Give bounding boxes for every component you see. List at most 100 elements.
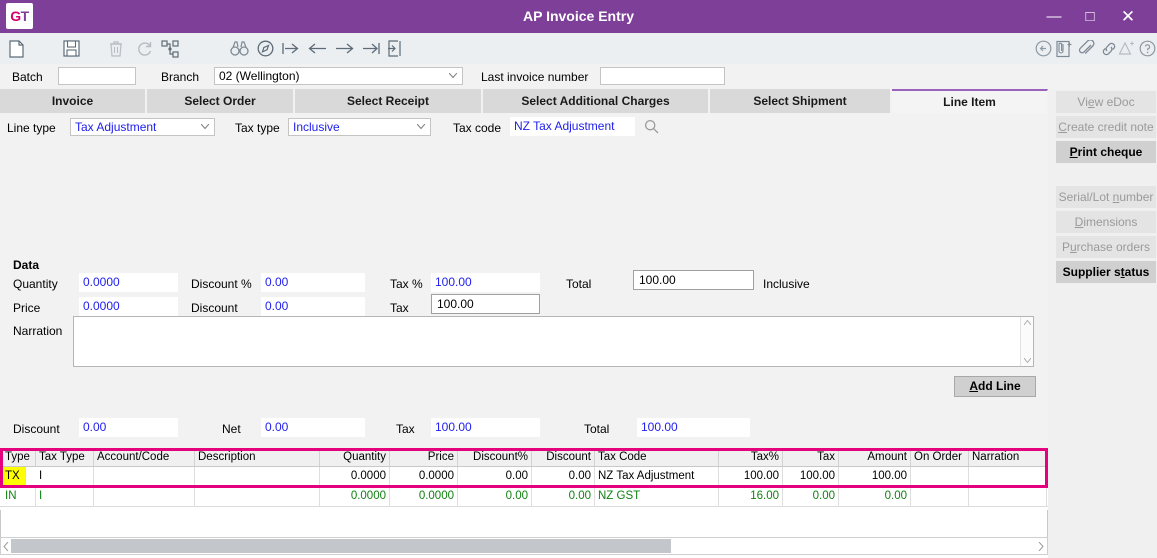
narration-textarea[interactable]: [73, 316, 1034, 367]
supplier-status-button[interactable]: Supplier status: [1056, 261, 1156, 283]
table-cell[interactable]: 0.00: [839, 487, 911, 506]
table-cell[interactable]: [911, 487, 969, 506]
scroll-left-arrow-icon[interactable]: [3, 542, 9, 551]
serial-lot-number-button[interactable]: Serial/Lot number: [1056, 186, 1156, 208]
refresh-icon: [131, 36, 157, 61]
main-toolbar: [0, 33, 1157, 64]
tab-select-order[interactable]: Select Order: [147, 89, 294, 113]
last-invoice-number-input[interactable]: [600, 67, 725, 85]
tax-percent-input[interactable]: 100.00: [431, 273, 540, 292]
find-icon[interactable]: [226, 36, 252, 61]
help-icon[interactable]: [1134, 36, 1157, 61]
table-cell[interactable]: [94, 487, 195, 506]
create-credit-note-button[interactable]: Create credit note: [1056, 116, 1156, 138]
purchase-orders-button[interactable]: Purchase orders: [1056, 236, 1156, 258]
tab-select-additional-charges[interactable]: Select Additional Charges: [483, 89, 709, 113]
total-input[interactable]: 100.00: [633, 270, 754, 290]
scroll-right-arrow-icon[interactable]: [1038, 542, 1044, 551]
table-cell[interactable]: 100.00: [719, 467, 783, 486]
column-header[interactable]: Account/Code: [94, 448, 195, 466]
search-icon[interactable]: [644, 119, 659, 134]
column-header[interactable]: Type: [2, 448, 36, 466]
discount-percent-input[interactable]: 0.00: [261, 273, 365, 292]
table-cell[interactable]: 0.0000: [320, 467, 390, 486]
column-header[interactable]: Amount: [839, 448, 911, 466]
add-line-button[interactable]: Add Line: [954, 376, 1036, 397]
totals-net-label: Net: [222, 422, 241, 436]
tax-input[interactable]: 100.00: [431, 294, 540, 314]
maximize-button[interactable]: □: [1075, 0, 1105, 33]
print-cheque-button[interactable]: Print cheque: [1056, 141, 1156, 163]
table-cell[interactable]: 0.0000: [390, 487, 458, 506]
tab-line-item[interactable]: Line Item: [892, 89, 1048, 113]
tab-select-shipment[interactable]: Select Shipment: [710, 89, 891, 113]
quantity-input[interactable]: 0.0000: [79, 273, 178, 292]
column-header[interactable]: Tax: [783, 448, 839, 466]
column-header[interactable]: Discount: [532, 448, 595, 466]
table-cell[interactable]: 0.00: [458, 487, 532, 506]
scroll-up-arrow-icon[interactable]: [1024, 320, 1031, 325]
table-cell[interactable]: 0.00: [783, 487, 839, 506]
table-cell[interactable]: NZ GST: [595, 487, 719, 506]
table-cell[interactable]: 0.0000: [320, 487, 390, 506]
close-button[interactable]: ✕: [1113, 0, 1143, 33]
tax-type-label: Tax type: [235, 121, 280, 135]
tab-select-receipt[interactable]: Select Receipt: [295, 89, 482, 113]
column-header[interactable]: Quantity: [320, 448, 390, 466]
column-header[interactable]: Tax Type: [36, 448, 94, 466]
column-header[interactable]: Description: [195, 448, 320, 466]
table-cell[interactable]: [195, 487, 320, 506]
totals-row: Discount 0.00 Net 0.00 Tax 100.00 Total …: [0, 412, 1048, 448]
table-cell[interactable]: [94, 467, 195, 486]
line-type-select[interactable]: Tax Adjustment: [70, 118, 215, 136]
table-cell[interactable]: 16.00: [719, 487, 783, 506]
table-cell[interactable]: 0.00: [532, 487, 595, 506]
column-header[interactable]: Tax%: [719, 448, 783, 466]
table-cell[interactable]: 100.00: [839, 467, 911, 486]
discount-input[interactable]: 0.00: [261, 297, 365, 316]
grid-horizontal-scrollbar[interactable]: [0, 537, 1048, 555]
totals-total-value: 100.00: [637, 418, 750, 437]
table-cell[interactable]: [969, 467, 1047, 486]
column-header[interactable]: Price: [390, 448, 458, 466]
table-cell[interactable]: 0.00: [458, 467, 532, 486]
column-header[interactable]: Tax Code: [595, 448, 719, 466]
column-header[interactable]: On Order: [911, 448, 969, 466]
tax-code-input[interactable]: NZ Tax Adjustment: [510, 117, 635, 136]
batch-input[interactable]: [58, 67, 136, 85]
table-cell[interactable]: [195, 467, 320, 486]
table-cell[interactable]: NZ Tax Adjustment: [595, 467, 719, 486]
table-cell[interactable]: I: [36, 487, 94, 506]
first-record-icon[interactable]: [277, 36, 303, 61]
dimensions-button[interactable]: Dimensions: [1056, 211, 1156, 233]
new-document-icon[interactable]: [3, 36, 29, 61]
goto-record-icon[interactable]: [380, 36, 406, 61]
scroll-down-arrow-icon[interactable]: [1024, 358, 1031, 363]
navigate-icon[interactable]: [252, 36, 278, 61]
table-cell[interactable]: 0.0000: [390, 467, 458, 486]
chevron-down-icon: [201, 124, 209, 129]
scrollbar-thumb[interactable]: [11, 539, 671, 553]
column-header[interactable]: Discount%: [458, 448, 532, 466]
table-cell[interactable]: I: [36, 467, 94, 486]
view-edoc-button[interactable]: View eDoc: [1056, 91, 1156, 113]
table-cell[interactable]: 0.00: [532, 467, 595, 486]
tab-invoice[interactable]: Invoice: [0, 89, 146, 113]
workflow-icon[interactable]: [157, 36, 183, 61]
price-input[interactable]: 0.0000: [79, 297, 178, 316]
table-row[interactable]: IN I 0.0000 0.0000 0.00 0.00 NZ GST 16.00 0.00 0.…: [0, 487, 1048, 507]
table-cell[interactable]: [969, 487, 1047, 506]
branch-select[interactable]: 02 (Wellington): [214, 67, 463, 85]
table-cell[interactable]: TX: [2, 467, 26, 486]
column-header[interactable]: Narration: [969, 448, 1047, 466]
next-record-icon[interactable]: [331, 36, 357, 61]
previous-record-icon[interactable]: [304, 36, 330, 61]
save-icon[interactable]: [58, 36, 84, 61]
minimize-button[interactable]: —: [1039, 0, 1069, 33]
table-cell[interactable]: 100.00: [783, 467, 839, 486]
table-cell[interactable]: [911, 467, 969, 486]
tax-type-select[interactable]: Inclusive: [288, 118, 431, 136]
table-cell[interactable]: IN: [2, 487, 36, 506]
narration-scrollbar[interactable]: [1020, 317, 1033, 366]
table-row[interactable]: TX I 0.0000 0.0000 0.00 0.00 NZ Tax Adjustment…: [0, 467, 1048, 487]
